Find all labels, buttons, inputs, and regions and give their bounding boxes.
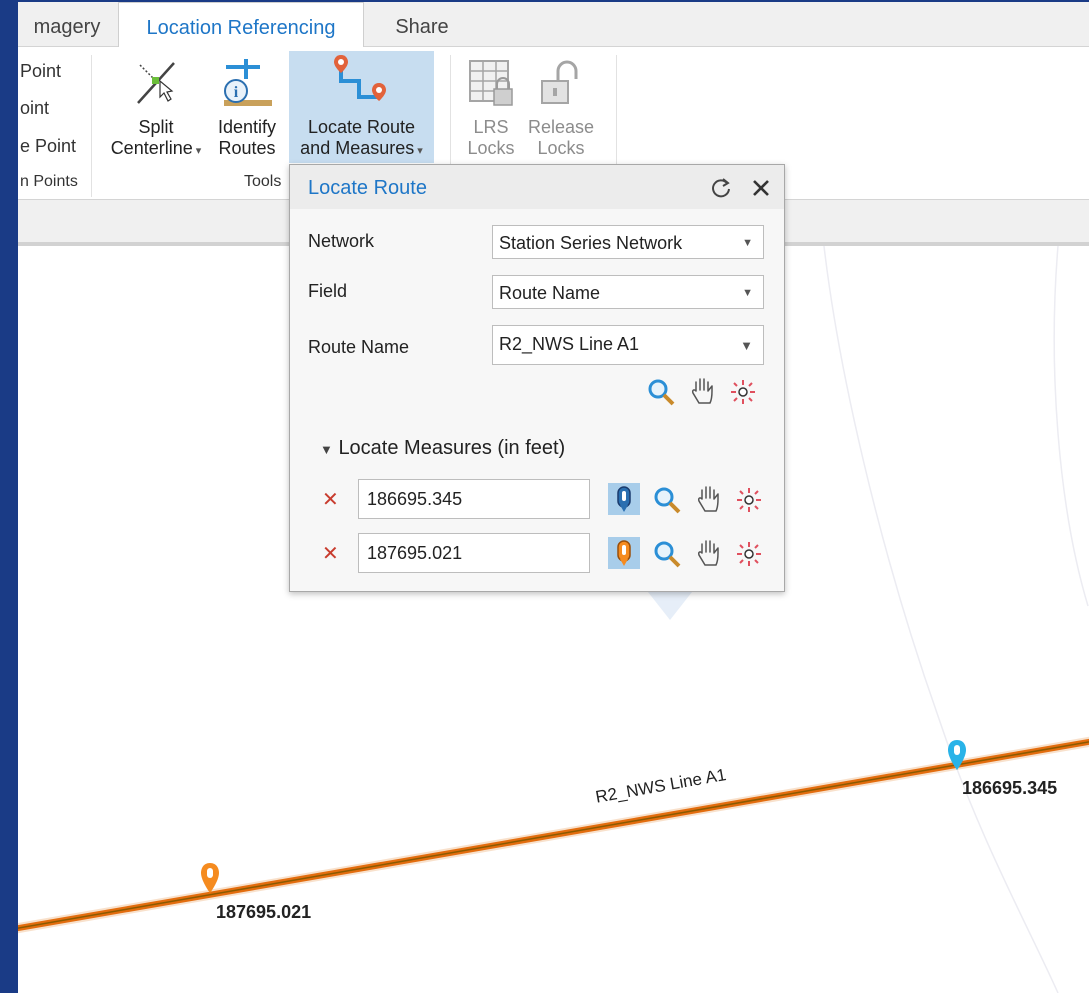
locate-route-dialog: Locate Route Network Station Series Netw… bbox=[289, 164, 785, 592]
flash-measure-1-icon[interactable] bbox=[736, 487, 762, 513]
pick-measure-1-button[interactable] bbox=[608, 483, 640, 515]
map-diamond-marker bbox=[648, 592, 692, 620]
delete-measure-2-icon[interactable]: ✕ bbox=[322, 541, 339, 566]
split-centerline-icon bbox=[137, 62, 175, 104]
release-locks-icon bbox=[541, 60, 578, 104]
measure-map-label-1: 186695.345 bbox=[962, 778, 1058, 798]
flash-measure-2-icon[interactable] bbox=[736, 541, 762, 567]
route-name-label: Route Name bbox=[308, 337, 410, 357]
locate-measures-header[interactable]: ▼ Locate Measures (in feet) bbox=[320, 437, 565, 460]
field-dropdown[interactable]: Route Name ▼ bbox=[492, 275, 764, 309]
pan-to-measure-2-icon[interactable] bbox=[694, 537, 724, 569]
app-window: magery Location Referencing Share Point … bbox=[18, 2, 1089, 993]
chevron-down-icon: ▼ bbox=[742, 287, 753, 299]
ribbon-item-point-1[interactable]: Point bbox=[20, 61, 61, 82]
lrs-locks-icon bbox=[469, 60, 513, 106]
zoom-to-route-icon[interactable] bbox=[646, 377, 676, 407]
lrs-locks-label-2: Locks bbox=[467, 138, 515, 158]
field-dropdown-value: Route Name bbox=[499, 283, 601, 303]
locate-route-icon bbox=[334, 55, 386, 101]
ribbon-group-label-tools: Tools bbox=[244, 173, 282, 190]
flash-route-icon[interactable] bbox=[730, 379, 756, 405]
network-dropdown-value: Station Series Network bbox=[499, 233, 683, 253]
contour-line bbox=[823, 246, 1059, 993]
lrs-locks-label-1: LRS bbox=[473, 117, 509, 137]
route-name-value: R2_NWS Line A1 bbox=[499, 334, 640, 354]
locate-route-label-1: Locate Route bbox=[307, 117, 416, 137]
delete-measure-1-icon[interactable]: ✕ bbox=[322, 487, 339, 512]
chevron-down-icon: ▼ bbox=[742, 237, 753, 249]
svg-text:i: i bbox=[234, 84, 239, 101]
chevron-down-icon: ▼ bbox=[740, 338, 753, 353]
ribbon-item-point-3[interactable]: e Point bbox=[20, 136, 76, 157]
measure-map-label-2: 187695.021 bbox=[216, 902, 312, 922]
route-line-core bbox=[18, 741, 1089, 929]
measure-1-input[interactable] bbox=[358, 479, 590, 519]
map-pin-blue-icon bbox=[617, 486, 631, 512]
network-label: Network bbox=[308, 231, 375, 251]
locate-route-and-measures-button[interactable]: Locate Route and Measures ▾ bbox=[289, 51, 434, 163]
locate-route-label-2: and Measures ▾ bbox=[300, 138, 423, 158]
ribbon-item-point-2[interactable]: oint bbox=[20, 98, 49, 119]
tab-share[interactable]: Share bbox=[364, 2, 480, 46]
split-centerline-label-1: Split bbox=[138, 117, 174, 137]
pan-to-measure-1-icon[interactable] bbox=[694, 483, 724, 515]
locate-measures-title: Locate Measures (in feet) bbox=[338, 437, 566, 459]
refresh-icon[interactable] bbox=[710, 177, 732, 199]
lrs-locks-button[interactable]: LRS Locks bbox=[458, 53, 524, 161]
identify-routes-label-1: Identify bbox=[217, 117, 277, 137]
close-icon[interactable] bbox=[751, 178, 771, 198]
ribbon-group-label-points: n Points bbox=[20, 173, 78, 190]
split-centerline-button[interactable]: Split Centerline ▾ bbox=[100, 53, 212, 161]
identify-routes-icon: i bbox=[224, 59, 272, 106]
dialog-title: Locate Route bbox=[308, 177, 427, 199]
pick-measure-2-button[interactable] bbox=[608, 537, 640, 569]
field-label: Field bbox=[308, 281, 348, 301]
zoom-to-measure-2-icon[interactable] bbox=[652, 539, 682, 569]
route-name-combobox[interactable]: R2_NWS Line A1 ▼ bbox=[492, 325, 764, 365]
identify-routes-label-2: Routes bbox=[218, 138, 276, 158]
tab-imagery[interactable]: magery bbox=[18, 2, 116, 46]
tab-location-referencing[interactable]: Location Referencing bbox=[118, 2, 364, 48]
ribbon-group-divider bbox=[91, 55, 92, 197]
identify-routes-button[interactable]: i Identify Routes bbox=[212, 53, 282, 161]
map-pin-orange-icon bbox=[617, 540, 631, 566]
contour-line bbox=[1053, 246, 1089, 607]
zoom-to-measure-1-icon[interactable] bbox=[652, 485, 682, 515]
measure-2-input[interactable] bbox=[358, 533, 590, 573]
network-dropdown[interactable]: Station Series Network ▼ bbox=[492, 225, 764, 259]
chevron-down-icon: ▼ bbox=[320, 442, 333, 457]
split-centerline-label-2: Centerline ▾ bbox=[110, 138, 202, 158]
map-pin-orange-icon[interactable] bbox=[201, 863, 219, 893]
release-locks-label-1: Release bbox=[527, 117, 595, 137]
release-locks-button[interactable]: Release Locks bbox=[524, 53, 598, 161]
release-locks-label-2: Locks bbox=[537, 138, 585, 158]
pan-to-route-icon[interactable] bbox=[688, 375, 718, 407]
dialog-header: Locate Route bbox=[290, 165, 784, 209]
ribbon-tab-bar: magery Location Referencing Share bbox=[18, 2, 1089, 48]
